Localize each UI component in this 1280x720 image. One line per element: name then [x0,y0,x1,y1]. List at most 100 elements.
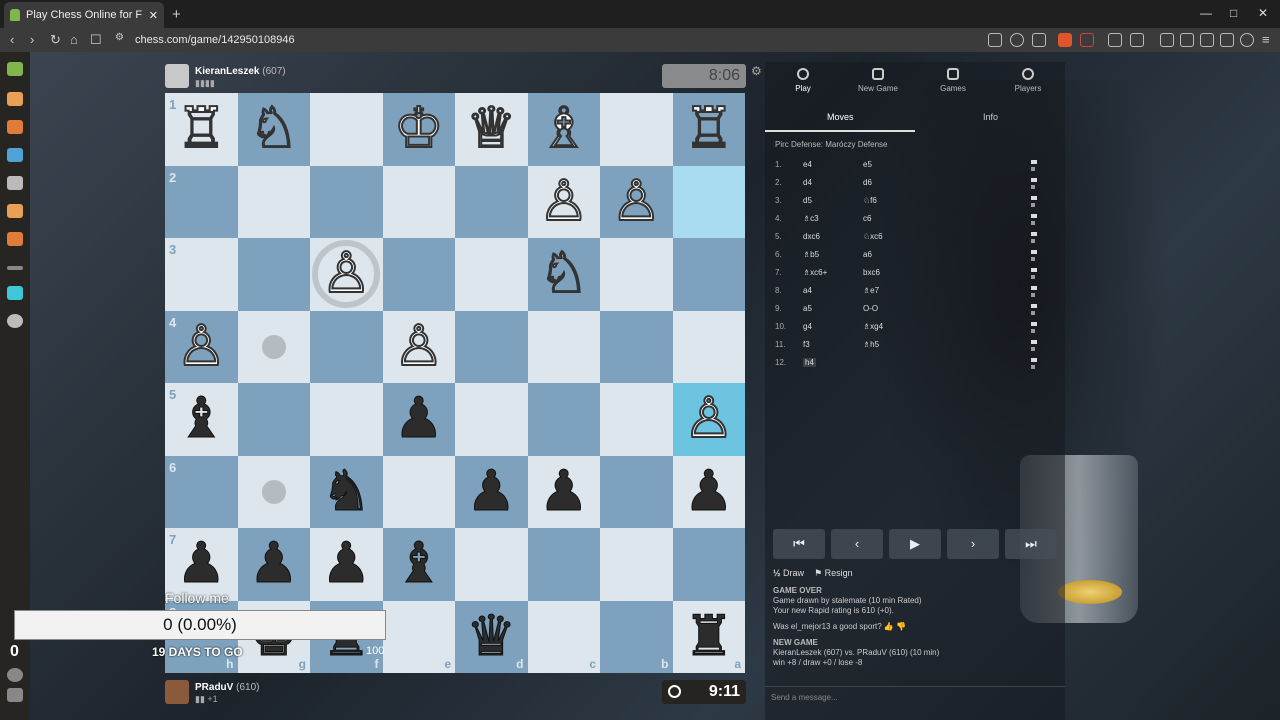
square-e2[interactable] [382,165,455,238]
square-f5[interactable] [310,383,383,456]
bottom-player-name[interactable]: PRaduV (610) [195,682,259,693]
menu-icon[interactable]: ≡ [1262,32,1270,47]
black-pawn-icon[interactable]: ♟ [176,535,227,592]
white-move[interactable]: ♗b5 [803,250,819,259]
white-move[interactable]: a5 [803,304,812,313]
white-pawn-icon[interactable]: ♙ [683,390,735,448]
black-move[interactable]: d6 [863,178,872,187]
window-close-icon[interactable]: ✕ [1258,6,1268,20]
black-move[interactable]: bxc6 [863,268,880,277]
square-h3[interactable]: 3 [165,238,238,311]
square-c4[interactable] [527,310,600,383]
square-e5[interactable]: ♟ [382,383,455,456]
white-move[interactable]: g4 [803,322,812,331]
black-queen-icon[interactable]: ♛ [466,608,517,665]
play-moves-button[interactable]: ▶ [889,529,941,559]
square-d2[interactable] [455,165,528,238]
square-c3[interactable]: ♘ [527,238,600,311]
square-d3[interactable] [455,238,528,311]
tab-info[interactable]: Info [983,112,998,122]
home-icon[interactable]: ⌂ [70,32,78,47]
black-move[interactable]: ♗xg4 [863,322,883,331]
square-d4[interactable] [455,310,528,383]
top-player-name[interactable]: KieranLeszek (607) [195,66,286,77]
square-e8[interactable]: e [382,600,455,673]
play-nav-icon[interactable] [7,92,23,106]
wallet-icon[interactable] [1200,33,1214,47]
square-d8[interactable]: d ♛ [455,600,528,673]
square-h1[interactable]: 1 ♖ [165,93,238,166]
square-g7[interactable]: ♟ [237,528,310,601]
black-move[interactable]: O-O [863,304,878,313]
white-move[interactable]: d5 [803,196,812,205]
square-c7[interactable] [527,528,600,601]
white-knight-icon[interactable]: ♘ [538,245,590,303]
white-queen-icon[interactable]: ♕ [465,100,517,158]
square-h5[interactable]: 5 ♝ [165,383,238,456]
ai-icon[interactable] [1220,33,1234,47]
black-pawn-icon[interactable]: ♟ [683,463,734,520]
sidebar-icon[interactable] [1180,33,1194,47]
browser-tab[interactable]: Play Chess Online for FREE - 2 P ✕ [4,2,164,28]
tab-close-icon[interactable]: ✕ [149,9,158,22]
draw-button[interactable]: ½ Draw [773,568,804,578]
chess-logo-icon[interactable] [7,62,23,76]
white-move[interactable]: ♗xc6+ [803,268,827,277]
square-a6[interactable]: ♟ [672,455,745,528]
square-b8[interactable]: b [600,600,673,673]
square-g1[interactable]: ♘ [237,93,310,166]
square-e3[interactable] [382,238,455,311]
more-nav-icon[interactable] [7,266,23,270]
black-pawn-icon[interactable]: ♟ [466,463,517,520]
square-e7[interactable]: ♝ [382,528,455,601]
white-move[interactable]: a4 [803,286,812,295]
puzzles-nav-icon[interactable] [7,120,23,134]
white-pawn-icon[interactable]: ♙ [393,317,445,375]
square-g4[interactable] [237,310,310,383]
black-move[interactable]: ♗h5 [863,340,879,349]
black-move[interactable]: e5 [863,160,872,169]
chess-board[interactable]: 1♖♘♔♕♗♖2♙♙3♙♘4♙♙5♝♟♙6♞♟♟♟7♟♟♟♝8hg♚f♜ed♛c… [165,93,745,673]
board-settings-icon[interactable]: ⚙ [751,64,762,78]
square-f1[interactable] [310,93,383,166]
square-g2[interactable] [237,165,310,238]
white-move[interactable]: f3 [803,340,810,349]
forward-icon[interactable]: › [30,32,34,47]
white-king-icon[interactable]: ♔ [393,100,445,158]
square-a4[interactable] [672,310,745,383]
news-nav-icon[interactable] [7,204,23,218]
white-rook-icon[interactable]: ♖ [683,100,735,158]
square-f6[interactable]: ♞ [310,455,383,528]
square-c6[interactable]: ♟ [527,455,600,528]
tab-new-game[interactable]: New Game [848,68,908,93]
help-nav-icon[interactable] [7,688,23,702]
square-a3[interactable] [672,238,745,311]
new-tab-icon[interactable]: + [172,6,181,23]
bottom-player-avatar[interactable] [165,680,189,704]
white-knight-icon[interactable]: ♘ [248,100,300,158]
square-b4[interactable] [600,310,673,383]
minimize-icon[interactable]: — [1200,6,1212,20]
square-e6[interactable] [382,455,455,528]
resign-button[interactable]: ⚑ Resign [814,568,853,578]
square-e4[interactable]: ♙ [382,310,455,383]
share-icon[interactable] [1032,33,1046,47]
square-g5[interactable] [237,383,310,456]
bookmark-icon[interactable]: ☐ [90,32,102,48]
black-knight-icon[interactable]: ♞ [321,463,372,520]
square-a8[interactable]: a ♜ [672,600,745,673]
black-pawn-icon[interactable]: ♟ [393,390,444,447]
maximize-icon[interactable]: □ [1230,6,1237,20]
square-a1[interactable]: ♖ [672,93,745,166]
square-h6[interactable]: 6 [165,455,238,528]
learn-nav-icon[interactable] [7,148,23,162]
watch-nav-icon[interactable] [7,176,23,190]
white-pawn-icon[interactable]: ♙ [610,172,662,230]
square-b3[interactable] [600,238,673,311]
square-c1[interactable]: ♗ [527,93,600,166]
black-move[interactable]: ♘xc6 [863,232,883,241]
url-field[interactable]: chess.com/game/142950108946 [135,34,295,46]
thumbs-down-icon[interactable]: 👎 [896,622,906,631]
tab-players[interactable]: Players [998,68,1058,93]
white-pawn-icon[interactable]: ♙ [175,317,227,375]
